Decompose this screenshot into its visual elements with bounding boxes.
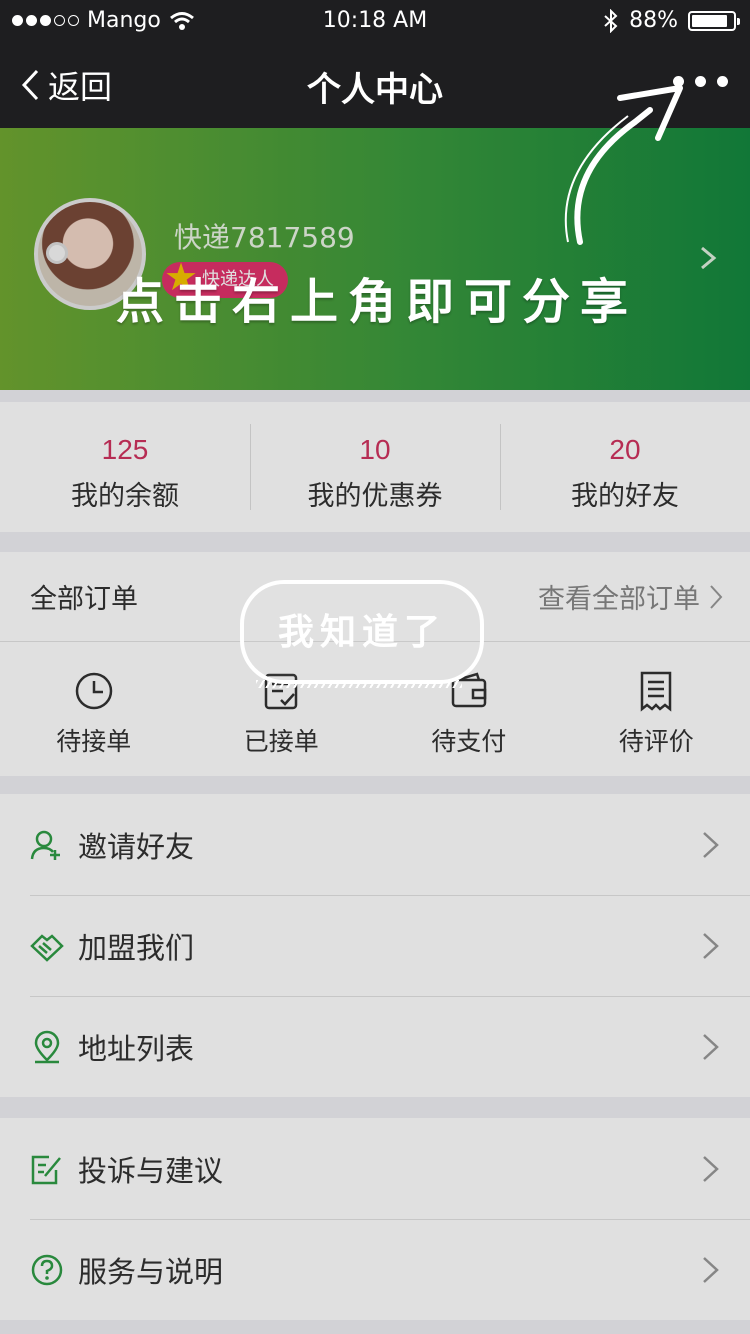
handshake-icon [30,933,64,962]
chevron-right-icon [703,1033,719,1060]
battery-percent: 88% [629,8,678,33]
edit-icon [31,1155,61,1184]
menu-item-label: 地址列表 [78,1031,195,1066]
stat-friends[interactable]: 20 我的好友 [500,402,750,532]
chevron-right-icon [703,1155,719,1182]
stat-coupons[interactable]: 10 我的优惠券 [250,402,500,532]
stat-value: 20 [609,434,641,465]
share-hint-text: 点击右上角即可分享 [116,274,639,330]
order-label: 待支付 [431,727,507,756]
order-pending-review[interactable]: 待评价 [563,642,750,776]
receipt-icon [641,671,672,712]
help-icon [31,1254,63,1285]
menu-group-secondary: 投诉与建议 服务与说明 [0,1118,750,1320]
username: 快递7817589 [174,221,355,254]
stat-label: 我的优惠券 [307,481,443,512]
menu-item-label: 投诉与建议 [78,1153,224,1188]
menu-item-label: 加盟我们 [78,930,195,965]
location-pin-icon [34,1030,60,1063]
menu-item-feedback[interactable]: 投诉与建议 [0,1118,750,1219]
menu-item-invite-friends[interactable]: 邀请好友 [0,794,750,895]
stat-value: 125 [101,434,149,465]
stat-value: 10 [359,434,391,465]
view-all-label: 查看全部订单 [538,584,700,615]
menu-item-label: 邀请好友 [78,829,195,864]
order-pending-accept[interactable]: 待接单 [0,642,188,776]
order-label: 待接单 [56,727,132,756]
bluetooth-icon [604,8,618,33]
stat-balance[interactable]: 125 我的余额 [0,402,250,532]
stat-label: 我的好友 [571,481,679,512]
menu-item-service-info[interactable]: 服务与说明 [0,1219,750,1320]
orders-title: 全部订单 [30,584,138,615]
battery-icon [688,10,740,31]
stat-label: 我的余额 [71,481,179,512]
menu-item-label: 服务与说明 [78,1254,224,1289]
view-all-orders-link[interactable]: 查看全部订单 [538,577,724,616]
chevron-right-icon [703,1256,719,1283]
order-label: 已接单 [243,727,319,756]
add-user-icon [30,830,60,860]
status-bar: Mango 10:18 AM 88% [0,0,750,40]
chevron-right-icon [703,831,719,858]
menu-item-address-list[interactable]: 地址列表 [0,996,750,1097]
clock-icon [75,672,112,710]
chevron-right-icon [710,584,723,609]
menu-item-join-us[interactable]: 加盟我们 [0,895,750,996]
order-label: 待评价 [618,727,694,756]
share-hint-arrow-icon [564,85,683,245]
dismiss-guide-button[interactable]: 我知道了 [240,580,484,688]
chevron-right-icon [703,932,719,959]
stats-bar: 125 我的余额 10 我的优惠券 20 我的好友 [0,402,750,532]
menu-group-primary: 邀请好友 加盟我们 地址列表 [0,794,750,1097]
